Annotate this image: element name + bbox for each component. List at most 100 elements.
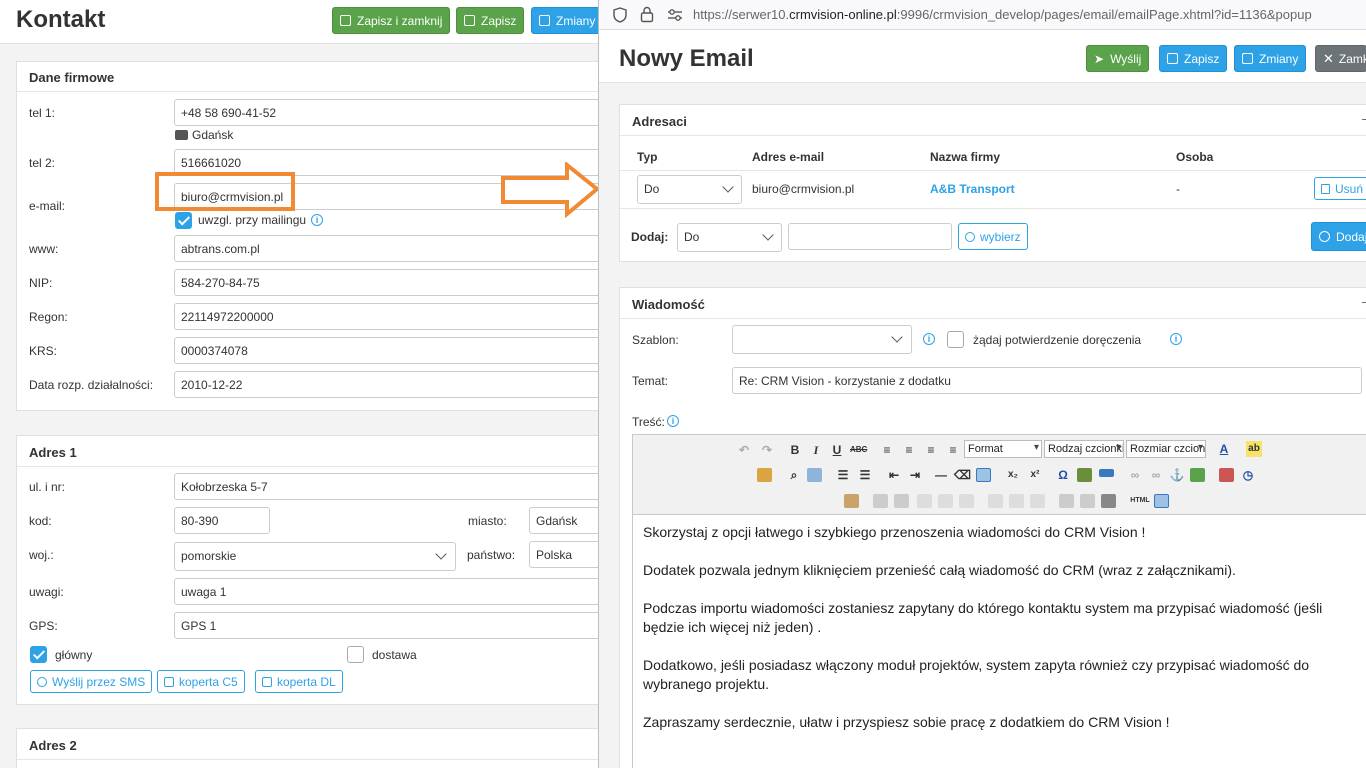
font-size-select[interactable]: Rozmiar czcionki	[1126, 440, 1206, 458]
print-icon[interactable]	[1101, 494, 1116, 508]
format-select[interactable]: Format	[964, 440, 1042, 458]
floppy-icon	[464, 15, 475, 26]
code-field[interactable]: 80-390	[174, 507, 270, 534]
close-button[interactable]: ✕ Zamk	[1315, 45, 1366, 72]
envelope-dl-button[interactable]: koperta DL	[255, 670, 343, 693]
redo-icon[interactable]: ↷	[759, 442, 775, 458]
eraser-icon[interactable]: ⌫	[954, 467, 971, 483]
choose-button[interactable]: wybierz	[958, 223, 1028, 250]
cell-props-icon[interactable]	[894, 494, 909, 508]
main-checkbox[interactable]	[30, 646, 47, 663]
remove-recipient-button[interactable]: Usuń	[1314, 177, 1366, 200]
gps-field[interactable]: GPS 1	[174, 612, 600, 639]
image-icon[interactable]	[1190, 468, 1205, 482]
bullet-list-icon[interactable]: ☰	[835, 467, 851, 483]
superscript-icon[interactable]: x²	[1027, 467, 1043, 483]
fullscreen-icon[interactable]	[1154, 494, 1169, 508]
row-props-icon[interactable]	[873, 494, 888, 508]
outdent-icon[interactable]: ⇤	[886, 467, 902, 483]
bold-icon[interactable]: B	[787, 442, 803, 458]
mailing-checkbox[interactable]	[175, 212, 192, 229]
paste-word-icon[interactable]	[757, 468, 772, 482]
www-field[interactable]: abtrans.com.pl	[174, 235, 600, 262]
underline-icon[interactable]: U	[829, 442, 845, 458]
subscript-icon[interactable]: x₂	[1005, 467, 1021, 483]
add-type-select[interactable]: Do	[677, 223, 782, 252]
delivery-confirmation-checkbox[interactable]	[947, 331, 964, 348]
send-button[interactable]: ➤ Wyślij	[1086, 45, 1150, 72]
split-cells-icon[interactable]	[1059, 494, 1074, 508]
krs-field[interactable]: 0000374078	[174, 337, 600, 364]
notes-field[interactable]: uwaga 1	[174, 578, 600, 605]
regon-field[interactable]: 22114972200000	[174, 303, 600, 330]
insert-col-after-icon[interactable]	[1009, 494, 1024, 508]
rich-text-editor[interactable]: ↶ ↷ B I U ABC ≡ ≡ ≡ ≡ Format Rodzaj czci…	[632, 434, 1366, 768]
send-sms-button[interactable]: Wyślij przez SMS	[30, 670, 153, 693]
insert-col-before-icon[interactable]	[988, 494, 1003, 508]
envelope-c5-button[interactable]: koperta C5	[157, 670, 245, 693]
add-recipient-button[interactable]: Dodaj	[1311, 222, 1366, 251]
info-icon[interactable]: i	[1170, 333, 1182, 345]
city-field[interactable]: Gdańsk	[529, 507, 600, 534]
save-close-button[interactable]: Zapisz i zamknij	[332, 7, 451, 34]
flash-icon[interactable]	[1099, 469, 1114, 477]
find-icon[interactable]: ⌕	[786, 467, 802, 483]
delete-row-icon[interactable]	[959, 494, 974, 508]
unlink-icon[interactable]: ∞	[1148, 467, 1164, 483]
replace-icon[interactable]	[807, 468, 822, 482]
html-icon[interactable]: HTML	[1129, 493, 1151, 509]
align-right-icon[interactable]: ≡	[923, 442, 939, 458]
collapse-icon[interactable]: –	[1362, 111, 1366, 126]
align-left-icon[interactable]: ≡	[879, 442, 895, 458]
indent-icon[interactable]: ⇥	[907, 467, 923, 483]
link-icon[interactable]: ∞	[1127, 467, 1143, 483]
merge-cells-icon[interactable]	[1080, 494, 1095, 508]
template-select[interactable]	[732, 325, 912, 354]
insert-row-after-icon[interactable]	[938, 494, 953, 508]
table-icon[interactable]	[976, 468, 991, 482]
address-bar[interactable]: https://serwer10.crmvision-online.pl:999…	[599, 0, 1366, 30]
changes-button[interactable]: Zmiany	[1234, 45, 1307, 72]
font-family-select[interactable]: Rodzaj czcionki	[1044, 440, 1124, 458]
insert-date-icon[interactable]	[1219, 468, 1234, 482]
tel1-field[interactable]: +48 58 690-41-52	[174, 99, 600, 126]
horizontal-rule-icon[interactable]: —	[933, 467, 949, 483]
changes-button[interactable]: Zmiany	[531, 7, 600, 34]
recipient-type-select[interactable]: Do	[637, 175, 742, 204]
save-button[interactable]: Zapisz	[1159, 45, 1228, 72]
info-icon[interactable]: i	[923, 333, 935, 345]
edit-icon[interactable]	[844, 494, 859, 508]
italic-icon[interactable]: I	[808, 442, 824, 458]
permissions-icon[interactable]	[667, 8, 683, 22]
media-icon[interactable]	[1077, 468, 1092, 482]
lock-icon[interactable]	[640, 6, 654, 23]
highlight-icon[interactable]: ab	[1246, 441, 1262, 457]
date-field[interactable]: 2010-12-22	[174, 371, 600, 398]
align-center-icon[interactable]: ≡	[901, 442, 917, 458]
insert-time-icon[interactable]: ◷	[1240, 467, 1256, 483]
street-field[interactable]: Kołobrzeska 5-7	[174, 473, 600, 500]
undo-icon[interactable]: ↶	[736, 442, 752, 458]
delete-col-icon[interactable]	[1030, 494, 1045, 508]
numbered-list-icon[interactable]: ☰	[857, 467, 873, 483]
delivery-checkbox[interactable]	[347, 646, 364, 663]
text-color-icon[interactable]: A	[1216, 441, 1232, 457]
subject-field[interactable]: Re: CRM Vision - korzystanie z dodatku	[732, 367, 1362, 394]
insert-row-before-icon[interactable]	[917, 494, 932, 508]
url-text[interactable]: https://serwer10.crmvision-online.pl:999…	[693, 7, 1312, 22]
country-field[interactable]: Polska	[529, 541, 600, 568]
info-icon[interactable]: i	[667, 415, 679, 427]
special-char-icon[interactable]: Ω	[1055, 467, 1071, 483]
align-justify-icon[interactable]: ≡	[945, 442, 961, 458]
voiv-select[interactable]: pomorskie	[174, 542, 456, 571]
collapse-icon[interactable]: –	[1362, 294, 1366, 309]
recipient-company-link[interactable]: A&B Transport	[930, 182, 1015, 196]
shield-icon[interactable]	[613, 7, 627, 23]
anchor-icon[interactable]: ⚓	[1169, 467, 1185, 483]
info-icon[interactable]: i	[311, 214, 323, 226]
add-email-input[interactable]	[788, 223, 952, 250]
nip-field[interactable]: 584-270-84-75	[174, 269, 600, 296]
krs-label: KRS:	[29, 344, 58, 358]
strikethrough-icon[interactable]: ABC	[850, 442, 867, 458]
save-button[interactable]: Zapisz	[456, 7, 525, 34]
